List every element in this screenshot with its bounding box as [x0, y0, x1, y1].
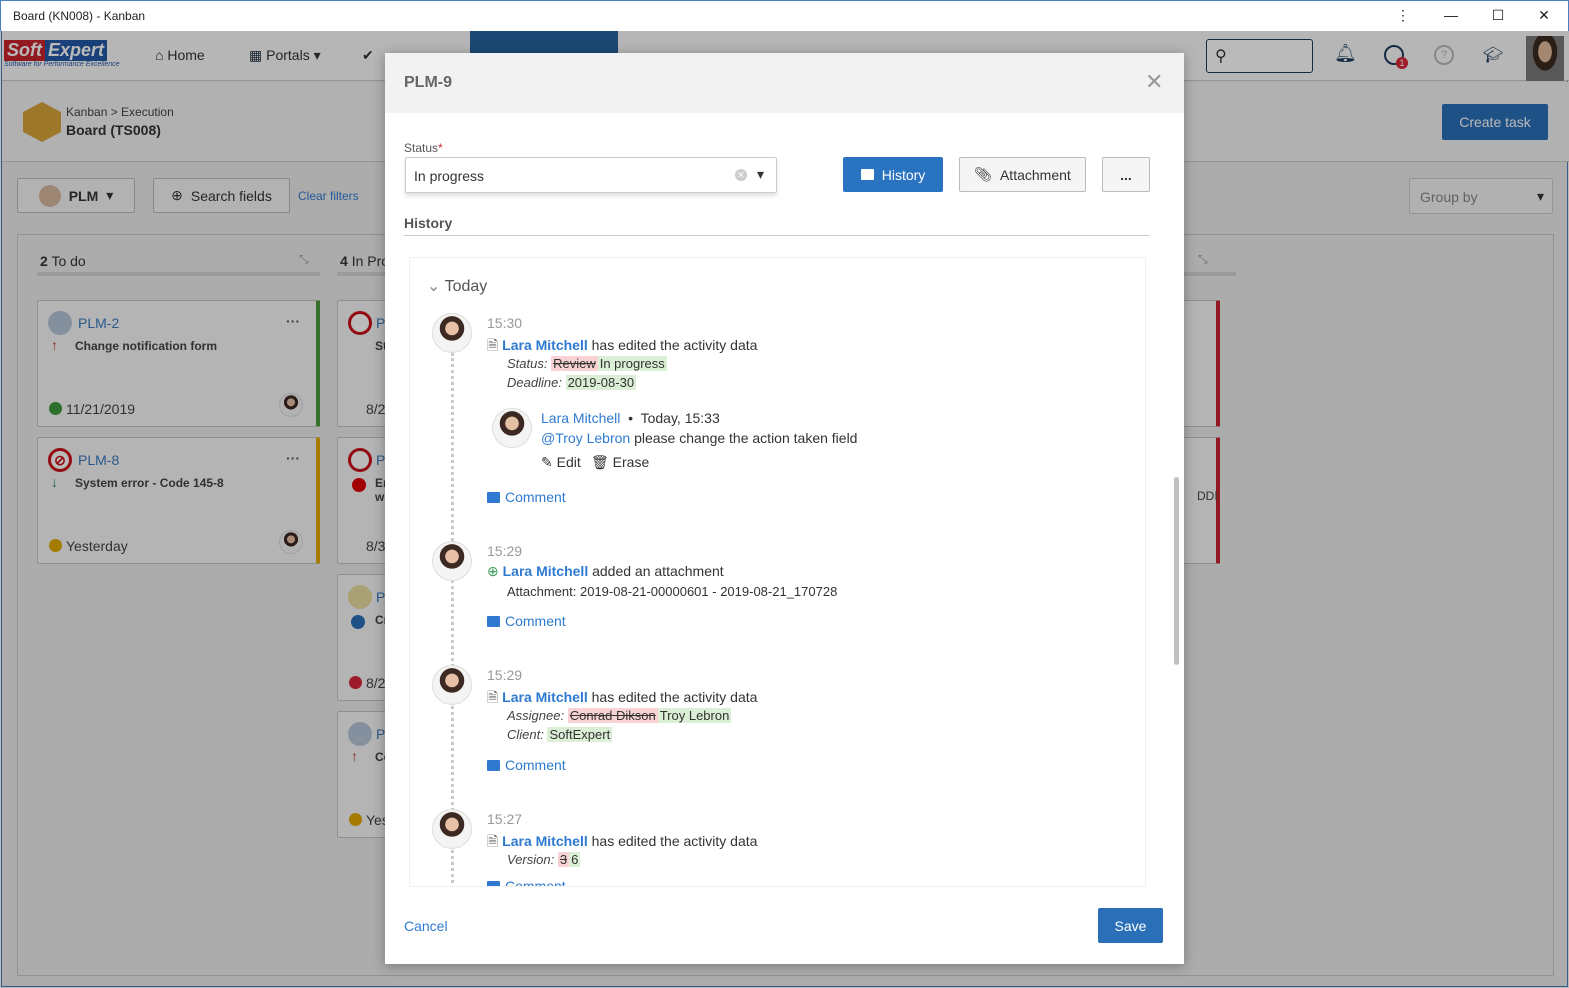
- comment-header: Lara Mitchell • Today, 15:33: [541, 410, 720, 426]
- modal-title: PLM-9: [404, 74, 452, 91]
- comment-avatar: [492, 408, 532, 448]
- field-change: Client: SoftExpert: [507, 727, 613, 742]
- user-avatar: [432, 665, 472, 705]
- attachment-add-icon: ⊕: [487, 563, 499, 579]
- user-avatar: [432, 313, 472, 353]
- pencil-icon: ✎: [541, 454, 553, 470]
- field-change: Deadline: 2019-08-30: [507, 375, 637, 390]
- paperclip-icon: 📎︎: [974, 166, 992, 182]
- comment-button[interactable]: Comment: [487, 489, 566, 505]
- attachment-detail: Attachment: 2019-08-21-00000601 - 2019-0…: [507, 584, 838, 599]
- cancel-button[interactable]: Cancel: [404, 918, 448, 934]
- comment-button[interactable]: Comment: [487, 878, 566, 886]
- comment-button[interactable]: Comment: [487, 757, 566, 773]
- comment-icon: [487, 615, 500, 627]
- status-label: Status*: [404, 141, 443, 155]
- divider: [404, 235, 1150, 236]
- maximize-icon[interactable]: ☐: [1488, 7, 1508, 24]
- minimize-icon[interactable]: —: [1441, 7, 1461, 23]
- edit-doc-icon: 🗎: [487, 689, 499, 705]
- group-today[interactable]: ⌄ Today: [427, 276, 487, 296]
- comment-icon: [487, 491, 500, 503]
- erase-comment-button[interactable]: 🗑︎ Erase: [591, 454, 649, 471]
- user-avatar: [432, 809, 472, 849]
- comment-text: @Troy Lebron please change the action ta…: [541, 430, 858, 446]
- field-change: Assignee: Conrad Dikson Troy Lebron: [507, 708, 732, 723]
- scrollbar-thumb[interactable]: [1174, 477, 1179, 665]
- close-icon[interactable]: ✕: [1145, 69, 1163, 95]
- chevron-down-icon: ⌄: [427, 278, 441, 295]
- comment-icon: [487, 759, 500, 771]
- comment-icon: [487, 880, 500, 886]
- close-icon[interactable]: ✕: [1534, 7, 1554, 24]
- modal-header: PLM-9 ✕: [385, 53, 1184, 113]
- more-options-button[interactable]: ...: [1102, 157, 1150, 192]
- attachment-tab-button[interactable]: 📎︎ Attachment: [959, 157, 1086, 192]
- field-change: Status: Review In progress: [507, 356, 667, 371]
- comment-button[interactable]: Comment: [487, 613, 566, 629]
- section-title: History: [404, 215, 453, 231]
- history-tab-button[interactable]: History: [843, 157, 943, 192]
- clear-icon[interactable]: ✕: [735, 169, 747, 181]
- field-change: Version: 36: [507, 852, 581, 867]
- comment-icon: [860, 169, 874, 180]
- history-entry-line: ⊕ Lara Mitchell added an attachment: [487, 563, 724, 579]
- trash-icon: 🗑︎: [591, 454, 609, 470]
- window-title: Board (KN008) - Kanban: [13, 9, 146, 23]
- task-modal: PLM-9 ✕ Status* In progress ✕ ▾ History …: [385, 53, 1184, 964]
- edit-doc-icon: 🗎: [487, 833, 499, 849]
- history-timeline[interactable]: ⌄ Today 15:30 🗎 Lara Mitchell has edited…: [409, 257, 1146, 887]
- save-button[interactable]: Save: [1098, 908, 1163, 943]
- caret-down-icon[interactable]: ▾: [757, 166, 764, 183]
- edit-doc-icon: 🗎: [487, 337, 499, 353]
- more-vertical-icon[interactable]: ⋮: [1393, 7, 1413, 24]
- edit-comment-button[interactable]: ✎ Edit: [541, 454, 581, 471]
- user-avatar: [432, 541, 472, 581]
- timeline-line: [451, 353, 454, 886]
- window-titlebar: Board (KN008) - Kanban ⋮ — ☐ ✕: [0, 0, 1569, 31]
- status-select[interactable]: In progress ✕ ▾: [405, 157, 777, 193]
